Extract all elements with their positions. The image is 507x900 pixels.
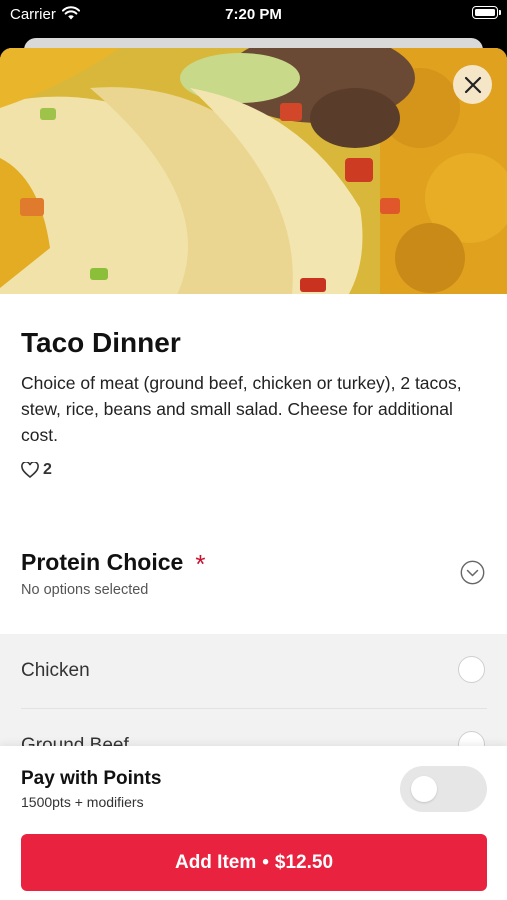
status-bar: Carrier 7:20 PM	[0, 0, 507, 30]
collapse-section-button[interactable]	[460, 560, 485, 585]
pay-with-points-label: Pay with Points	[21, 768, 162, 789]
item-title: Taco Dinner	[21, 327, 181, 358]
protein-section-title: Protein Choice *	[21, 546, 206, 579]
protein-section-label: Protein Choice	[21, 549, 184, 575]
heart-icon	[21, 462, 39, 478]
pay-with-points-toggle[interactable]	[400, 766, 487, 812]
checkout-bar: Pay with Points 1500pts + modifiers Add …	[0, 746, 507, 900]
add-item-price: $12.50	[274, 851, 334, 873]
option-radio[interactable]	[458, 656, 485, 683]
required-marker: *	[195, 549, 206, 579]
points-cost-label: 1500pts + modifiers	[21, 794, 144, 810]
like-button[interactable]: 2	[21, 461, 52, 479]
add-item-label: Add Item	[174, 851, 257, 873]
item-hero-image	[0, 48, 507, 294]
toggle-knob	[411, 776, 437, 802]
protein-selection-status: No options selected	[21, 582, 149, 598]
close-icon	[464, 76, 481, 93]
item-detail-sheet: Taco Dinner Choice of meat (ground beef,…	[0, 48, 507, 900]
like-count: 2	[43, 461, 52, 478]
item-description: Choice of meat (ground beef, chicken or …	[21, 373, 462, 445]
add-item-button[interactable]: Add Item • $12.50	[21, 834, 487, 891]
chevron-down-icon	[460, 560, 485, 585]
close-button[interactable]	[453, 65, 492, 104]
price-separator: •	[262, 851, 269, 873]
option-label: Chicken	[21, 660, 90, 681]
status-time: 7:20 PM	[225, 6, 282, 23]
battery-icon	[472, 6, 501, 19]
list-item[interactable]: Chicken	[0, 634, 507, 709]
